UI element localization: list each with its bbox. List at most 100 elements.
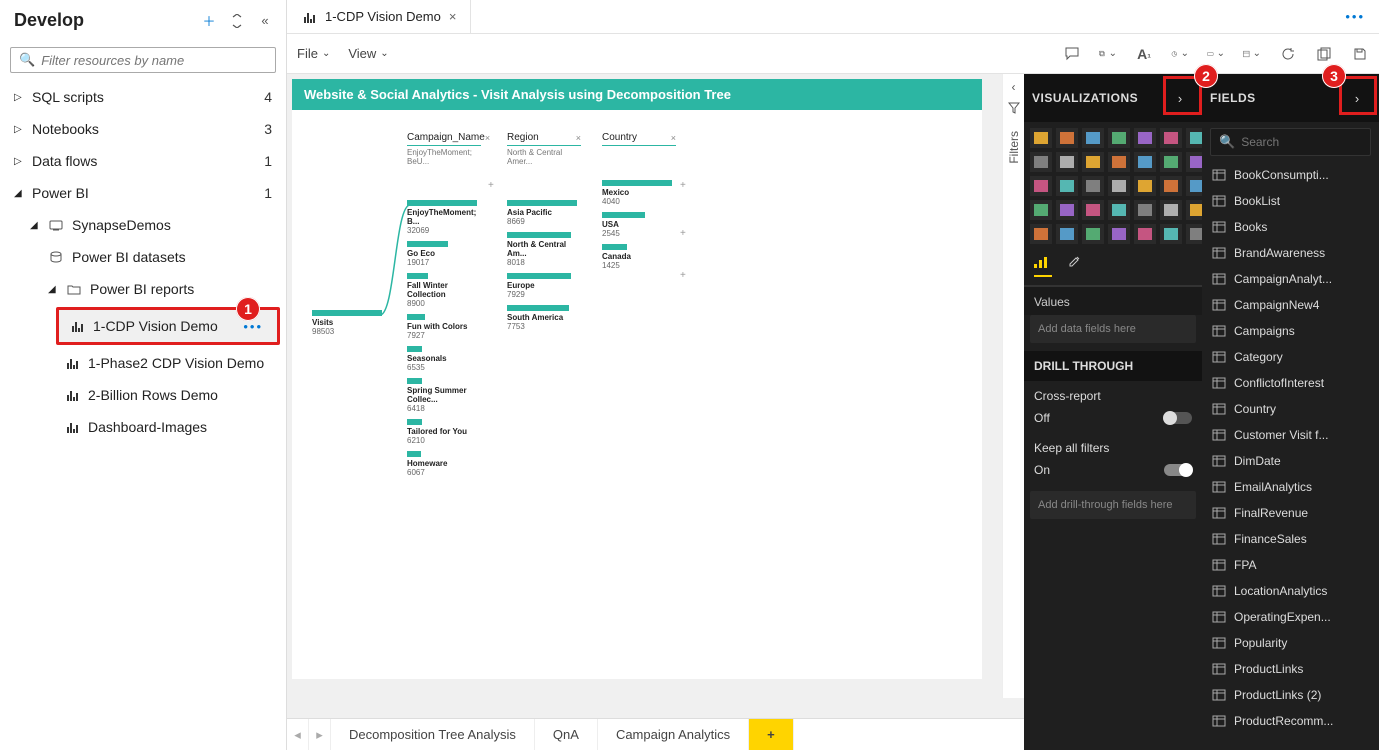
viz-type-icon[interactable] — [1030, 224, 1052, 244]
viz-type-icon[interactable] — [1082, 128, 1104, 148]
keep-filters-toggle[interactable] — [1164, 464, 1192, 476]
decomp-node[interactable]: Spring Summer Collec...6418 — [407, 378, 481, 413]
field-table-row[interactable]: LocationAnalytics — [1202, 578, 1379, 604]
format-tab-icon[interactable] — [1066, 254, 1082, 277]
viz-type-icon[interactable] — [1108, 200, 1130, 220]
decomp-node[interactable]: Europe7929 — [507, 273, 581, 299]
viz-type-icon[interactable] — [1160, 152, 1182, 172]
expand-all-button[interactable] — [228, 12, 246, 30]
tree-item-sql-scripts[interactable]: ▷SQL scripts 4 — [0, 81, 286, 113]
add-page-button[interactable]: + — [749, 719, 794, 750]
report-canvas[interactable]: Website & Social Analytics - Visit Analy… — [292, 79, 982, 679]
tree-item-workspace[interactable]: ◢ SynapseDemos — [0, 209, 286, 241]
tree-item-data-flows[interactable]: ▷Data flows 1 — [0, 145, 286, 177]
viz-type-icon[interactable] — [1056, 224, 1078, 244]
viz-type-icon[interactable] — [1134, 176, 1156, 196]
save-icon[interactable] — [1351, 45, 1369, 63]
tree-item-datasets[interactable]: Power BI datasets — [0, 241, 286, 273]
decomp-node[interactable]: Canada1425 — [602, 244, 676, 270]
decomp-node[interactable]: Go Eco19017 — [407, 241, 481, 267]
tree-item-notebooks[interactable]: ▷Notebooks 3 — [0, 113, 286, 145]
viz-type-icon[interactable] — [1160, 200, 1182, 220]
visualization-picker[interactable] — [1024, 122, 1202, 250]
viz-type-icon[interactable] — [1134, 224, 1156, 244]
viz-type-icon[interactable] — [1108, 152, 1130, 172]
decomp-node[interactable]: South America7753 — [507, 305, 581, 331]
field-table-row[interactable]: Customer Visit f... — [1202, 422, 1379, 448]
field-table-row[interactable]: DimDate — [1202, 448, 1379, 474]
field-table-row[interactable]: CampaignNew4 — [1202, 292, 1379, 318]
report-item-dashboard-images[interactable]: Dashboard-Images — [0, 411, 286, 443]
decomp-node[interactable]: Fun with Colors7927 — [407, 314, 481, 340]
viz-type-icon[interactable] — [1160, 176, 1182, 196]
cross-report-toggle[interactable] — [1164, 412, 1192, 424]
viz-type-icon[interactable] — [1134, 200, 1156, 220]
field-table-row[interactable]: Category — [1202, 344, 1379, 370]
field-table-row[interactable]: EmailAnalytics — [1202, 474, 1379, 500]
decomp-node[interactable]: Seasonals6535 — [407, 346, 481, 372]
viz-type-icon[interactable] — [1030, 200, 1052, 220]
field-table-row[interactable]: ConflictofInterest — [1202, 370, 1379, 396]
viz-type-icon[interactable] — [1030, 128, 1052, 148]
refresh-icon[interactable] — [1279, 45, 1297, 63]
field-table-row[interactable]: Books — [1202, 214, 1379, 240]
page-next-button[interactable]: ▸ — [309, 719, 331, 750]
viz-type-icon[interactable] — [1134, 128, 1156, 148]
viz-type-icon[interactable] — [1108, 128, 1130, 148]
filters-rail[interactable]: ‹ Filters — [1002, 74, 1024, 698]
viz-type-icon[interactable] — [1108, 176, 1130, 196]
viz-type-icon[interactable] — [1082, 176, 1104, 196]
viz-type-icon[interactable] — [1056, 152, 1078, 172]
page-prev-button[interactable]: ◂ — [287, 719, 309, 750]
decomp-node[interactable]: Mexico4040 — [602, 180, 676, 206]
field-table-row[interactable]: Popularity — [1202, 630, 1379, 656]
field-table-row[interactable]: FinanceSales — [1202, 526, 1379, 552]
drill-through-well[interactable]: Add drill-through fields here — [1030, 491, 1196, 519]
copy-dropdown-icon[interactable] — [1099, 45, 1117, 63]
field-table-row[interactable]: ProductRecomm... — [1202, 708, 1379, 734]
report-item-billion-rows[interactable]: 2-Billion Rows Demo — [0, 379, 286, 411]
viz-type-icon[interactable] — [1056, 200, 1078, 220]
viz-type-icon[interactable] — [1160, 128, 1182, 148]
decomp-node[interactable]: USA2545 — [602, 212, 676, 238]
viz-type-icon[interactable] — [1056, 176, 1078, 196]
field-table-row[interactable]: Country — [1202, 396, 1379, 422]
fields-tab-icon[interactable] — [1034, 254, 1052, 277]
field-table-row[interactable]: OperatingExpen... — [1202, 604, 1379, 630]
fields-search[interactable]: 🔍 — [1210, 128, 1371, 156]
field-table-row[interactable]: ProductLinks (2) — [1202, 682, 1379, 708]
button-dropdown-icon[interactable] — [1207, 45, 1225, 63]
viz-type-icon[interactable] — [1030, 152, 1052, 172]
tree-item-power-bi[interactable]: ◢Power BI 1 — [0, 177, 286, 209]
field-table-row[interactable]: BookConsumpti... — [1202, 162, 1379, 188]
tab-more-button[interactable]: ••• — [1331, 9, 1379, 24]
viz-type-icon[interactable] — [1082, 200, 1104, 220]
view-menu[interactable]: View⌄ — [348, 46, 388, 61]
field-table-row[interactable]: BrandAwareness — [1202, 240, 1379, 266]
collapse-sidebar-button[interactable]: « — [256, 12, 274, 30]
page-tab-campaign[interactable]: Campaign Analytics — [598, 719, 749, 750]
filter-resources-input[interactable]: 🔍 — [10, 47, 276, 73]
decomp-node[interactable]: Homeware6067 — [407, 451, 481, 477]
viz-type-icon[interactable] — [1082, 224, 1104, 244]
file-menu[interactable]: File⌄ — [297, 46, 330, 61]
field-table-row[interactable]: BookList — [1202, 188, 1379, 214]
filters-expand-icon[interactable]: ‹ — [1012, 80, 1016, 94]
decomposition-tree-visual[interactable]: Visits 98503 Campaign_Name×EnjoyTheMomen… — [292, 110, 982, 150]
decomp-node[interactable]: North & Central Am...8018 — [507, 232, 581, 267]
close-tab-button[interactable]: × — [449, 9, 457, 24]
viz-type-icon[interactable] — [1160, 224, 1182, 244]
field-table-row[interactable]: CampaignAnalyt... — [1202, 266, 1379, 292]
viz-type-icon[interactable] — [1082, 152, 1104, 172]
field-table-row[interactable]: FinalRevenue — [1202, 500, 1379, 526]
duplicate-icon[interactable] — [1315, 45, 1333, 63]
report-item-phase2[interactable]: 1-Phase2 CDP Vision Demo — [0, 347, 286, 379]
values-well[interactable]: Add data fields here — [1030, 315, 1196, 343]
field-table-row[interactable]: FPA — [1202, 552, 1379, 578]
viz-type-icon[interactable] — [1108, 224, 1130, 244]
field-table-row[interactable]: Campaigns — [1202, 318, 1379, 344]
page-tab-decomp[interactable]: Decomposition Tree Analysis — [331, 719, 535, 750]
decomp-node[interactable]: Fall Winter Collection8900 — [407, 273, 481, 308]
decomp-node[interactable]: Tailored for You6210 — [407, 419, 481, 445]
comment-icon[interactable] — [1063, 45, 1081, 63]
